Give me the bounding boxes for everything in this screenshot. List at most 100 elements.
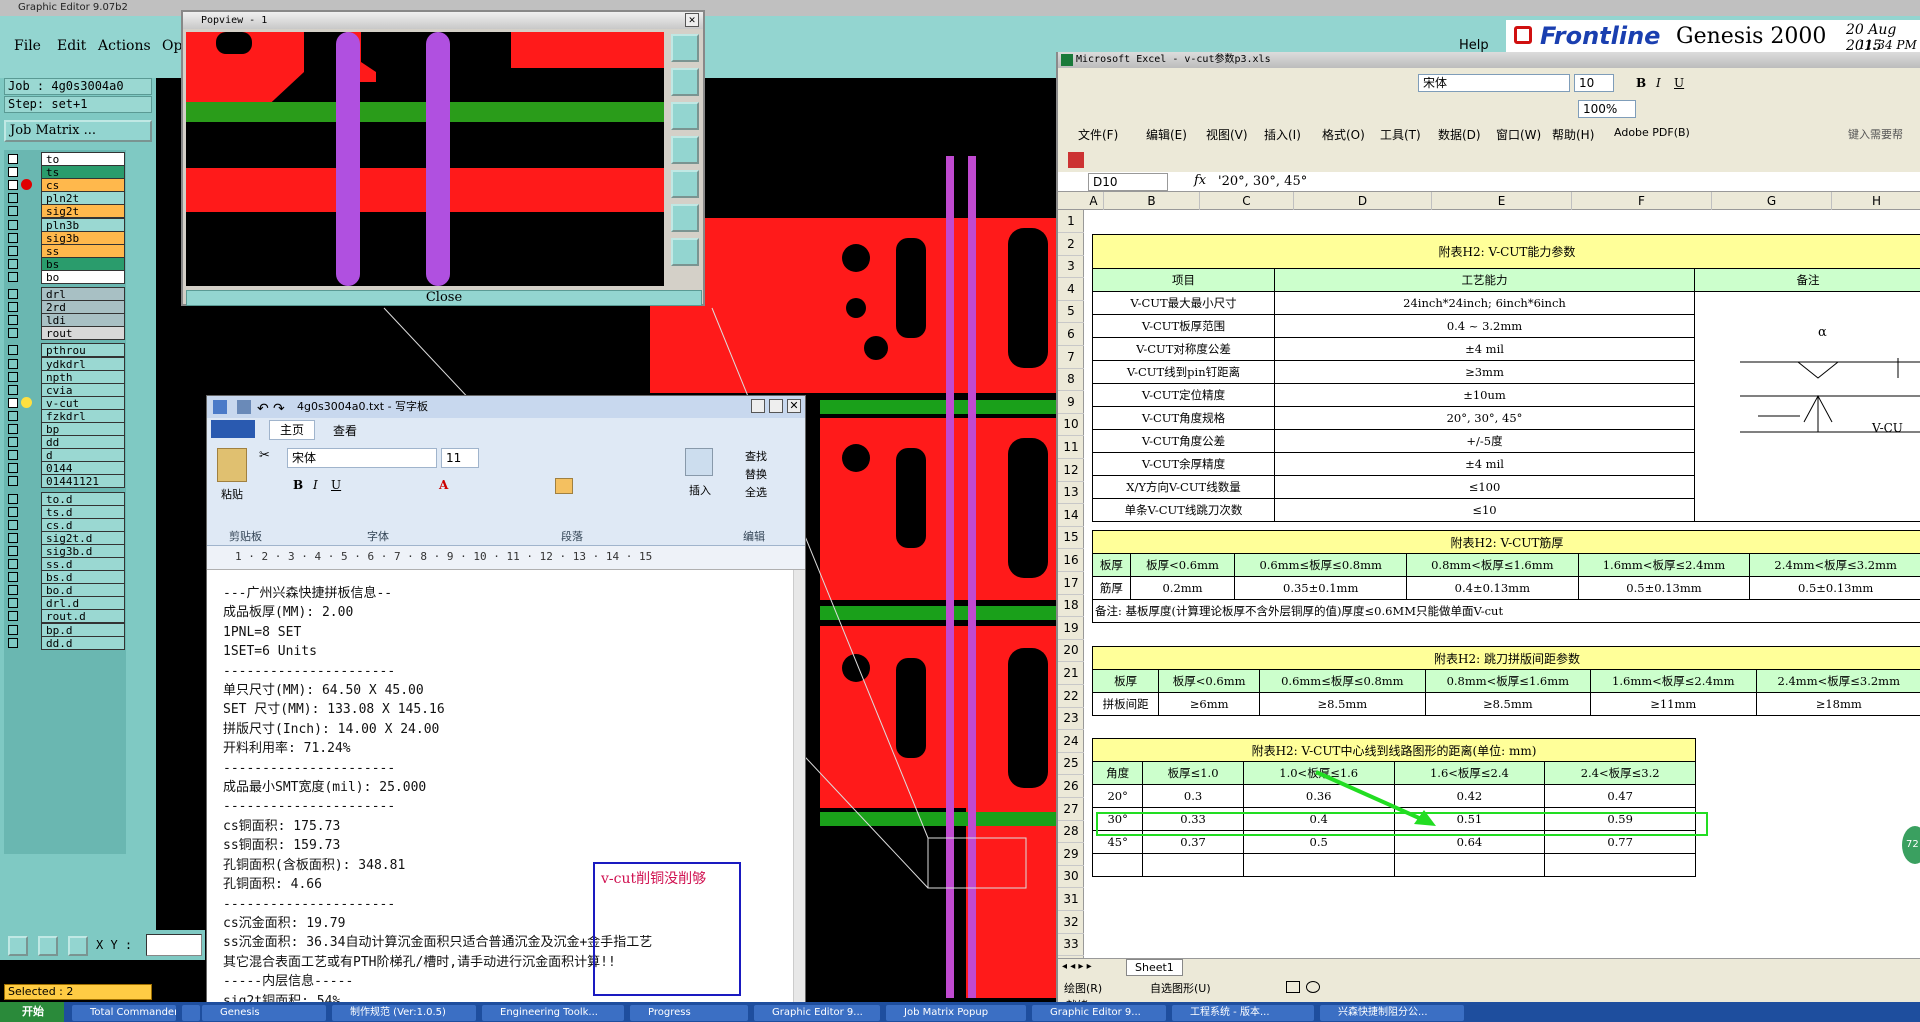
table-cell[interactable]: 0.8mm<板厚≤1.6mm [1424,669,1592,693]
layer-row-pln2t[interactable]: pln2t [4,191,126,206]
table-cell[interactable]: 0.2mm [1129,576,1236,600]
rectangle-icon[interactable] [1286,981,1300,993]
row-header[interactable]: 30 [1058,865,1084,889]
select-all-button[interactable]: 全选 [745,484,767,500]
table-cell[interactable]: ≤10 [1274,498,1695,522]
replace-button[interactable]: 替换 [745,466,767,482]
tab-home[interactable]: 主页 [269,420,315,440]
popview-close-button[interactable]: Close [186,290,702,306]
document-line[interactable]: 拼版尺寸(Inch): 14.00 X 24.00 [223,720,693,739]
snap-icon[interactable] [8,936,28,956]
table-cell[interactable]: ≥18mm [1755,692,1920,716]
layer-checkbox[interactable] [8,232,18,243]
layer-name[interactable]: bs [41,256,125,271]
table-cell[interactable]: 20°, 30°, 45° [1274,406,1695,430]
layer-checkbox[interactable] [8,637,18,648]
bold-icon[interactable]: B [1636,76,1646,90]
layer-checkbox[interactable] [8,506,18,517]
layer-checkbox[interactable] [8,154,18,164]
layer-name[interactable]: ss [41,243,125,258]
table-cell[interactable]: ≥8.5mm [1259,692,1426,716]
font-color-icon[interactable]: A [439,478,448,492]
row-header[interactable]: 25 [1058,752,1084,776]
layer-checkbox[interactable] [8,219,18,230]
popview-canvas[interactable] [186,32,664,286]
popview-refresh-icon[interactable] [671,238,699,266]
taskbar-item[interactable]: Total Commander 7... [72,1005,176,1021]
insert-label[interactable]: 插入 [689,482,711,498]
measure-icon[interactable] [38,936,58,956]
layer-checkbox[interactable] [8,410,18,421]
layer-name[interactable]: cs.d [41,517,125,532]
layer-row-bp-d[interactable]: bp.d [4,622,126,637]
function-icon[interactable]: fx [1194,173,1206,188]
layer-name[interactable]: sig2t.d [41,530,125,545]
layer-checkbox[interactable] [8,315,18,326]
row-header[interactable]: 5 [1058,300,1084,324]
layer-name[interactable]: ydkdrl [41,356,125,371]
table-cell[interactable]: 拼板间距 [1091,692,1160,716]
menu-options[interactable]: Op [162,38,182,54]
help-search-hint[interactable]: 键入需要帮 [1848,126,1903,142]
table-cell[interactable]: ±4 mil [1274,452,1695,476]
table-cell[interactable]: 0.6mm≤板厚≤0.8mm [1234,553,1408,577]
row-header[interactable]: 10 [1058,413,1084,437]
cut-icon[interactable]: ✂ [259,448,270,463]
layer-checkbox[interactable] [8,245,18,256]
layer-checkbox[interactable] [8,371,18,382]
layer-name[interactable]: ts.d [41,504,125,519]
layer-checkbox[interactable] [8,598,18,609]
menu-edit[interactable]: Edit [57,38,86,54]
insert-picture-icon[interactable] [685,448,713,476]
layer-row-ts[interactable]: ts [4,165,126,180]
layer-name[interactable]: pln3b [41,217,125,232]
document-line[interactable]: 成品最小SMT宽度(mil): 25.000 [223,778,693,797]
layer-name[interactable]: ss.d [41,557,125,571]
layer-name[interactable]: npth [41,369,125,384]
layer-checkbox[interactable] [8,437,18,448]
table-cell[interactable]: 板厚 [1092,553,1131,577]
font-size-select[interactable]: 10 [1574,74,1614,92]
row-header[interactable]: 33 [1058,933,1084,957]
document-line[interactable]: ss铜面积: 159.73 [223,836,693,855]
table-cell[interactable]: V-CUT最大最小尺寸 [1092,291,1275,315]
table-cell[interactable]: 筋厚 [1092,576,1131,600]
table-cell[interactable]: 0.5±0.13mm [1749,576,1920,600]
menu-file[interactable]: File [14,38,41,54]
row-header[interactable]: 6 [1058,323,1084,346]
layer-checkbox[interactable] [8,384,18,395]
close-icon[interactable]: ✕ [787,399,801,413]
table-cell[interactable]: 板厚<0.6mm [1129,553,1236,577]
table-cell[interactable]: 板厚 [1091,669,1160,693]
menu-format[interactable]: 格式(O) [1322,126,1365,143]
layer-name[interactable]: rout [41,326,125,341]
row-header[interactable]: 19 [1058,617,1084,640]
row-header[interactable]: 15 [1058,526,1084,550]
formula-input[interactable]: '20°, 30°, 45° [1218,174,1307,189]
table-cell[interactable]: ≤100 [1274,475,1695,499]
taskbar-item[interactable]: 制作规范 (Ver:1.0.5) [332,1005,476,1021]
table-cell[interactable]: ±10um [1274,383,1695,407]
layer-name[interactable]: 2rd [41,300,125,315]
worksheet-grid[interactable]: 附表H2: V-CUT能力参数 项目 工艺能力 备注 V-CUT最大最小尺寸 24… [1084,210,1920,958]
layer-row-sig2t-d[interactable]: sig2t.d [4,530,126,545]
layer-row-bo-d[interactable]: bo.d [4,583,126,598]
table-cell[interactable]: ≥6mm [1158,692,1261,716]
close-icon[interactable]: ✕ [685,13,699,27]
table-cell[interactable]: 板厚≤1.0 [1142,761,1244,785]
layer-row-ldi[interactable]: ldi [4,313,126,328]
row-header[interactable]: 8 [1058,368,1084,392]
layer-name[interactable]: cvia [41,382,125,397]
row-header[interactable]: 28 [1058,820,1084,844]
col-header-c[interactable]: C [1200,192,1294,210]
wordpad-scrollbar[interactable] [793,570,805,1006]
table-cell[interactable]: 1.6mm<板厚≤2.4mm [1577,553,1751,577]
row-header[interactable]: 11 [1058,436,1084,459]
popview-center-icon[interactable] [671,204,699,232]
popview-zoom-out-icon[interactable] [671,68,699,96]
layer-name[interactable]: drl.d [41,596,125,611]
underline-icon[interactable]: U [331,478,341,492]
row-header[interactable]: 26 [1058,775,1084,798]
document-line[interactable]: ---广州兴森快捷拼板信息-- [223,584,693,603]
font-size-select[interactable]: 11 [441,448,479,468]
